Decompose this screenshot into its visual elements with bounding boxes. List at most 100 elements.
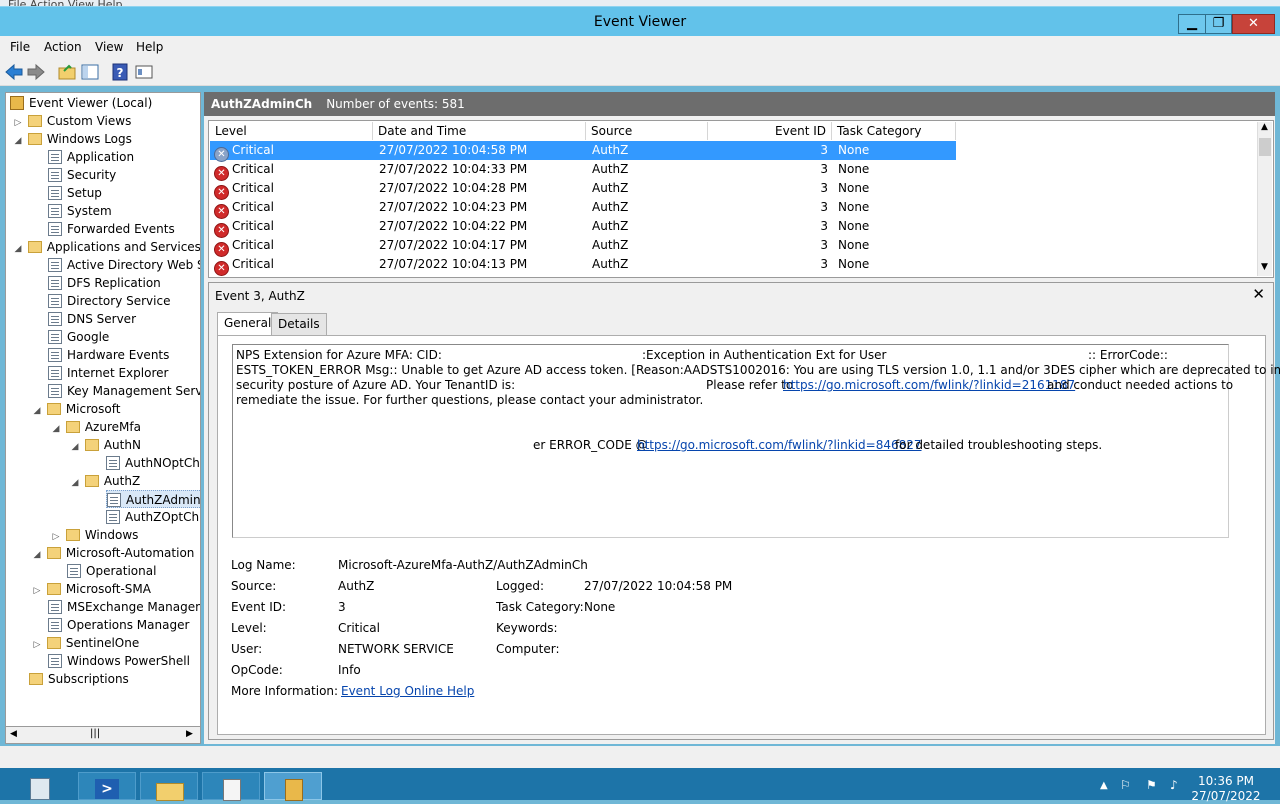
event-row[interactable]: ✕ Critical 27/07/2022 10:04:23 PM AuthZ 3 Non… (210, 198, 956, 219)
collapse-icon[interactable]: ◢ (31, 546, 43, 564)
tree-setup[interactable]: Setup (48, 184, 102, 202)
tree-subscriptions[interactable]: Subscriptions (29, 670, 129, 688)
tree-azuremfa[interactable]: ◢ AzureMfa (50, 418, 141, 436)
server-manager-icon[interactable] (14, 772, 72, 800)
event-level: ✕ Critical (214, 255, 274, 276)
scroll-right-icon[interactable]: ▶ (186, 729, 193, 739)
event-viewer-taskbar-icon[interactable] (264, 772, 322, 801)
tree-apps-services[interactable]: ◢ Applications and Services Lo (12, 238, 200, 258)
event-message[interactable]: NPS Extension for Azure MFA: CID: :Excep… (232, 344, 1280, 538)
tree-horizontal-scrollbar[interactable]: ◀ ||| ▶ (5, 726, 201, 744)
tree-application[interactable]: Application (48, 148, 134, 166)
fwlink-846827[interactable]: https://go.microsoft.com/fwlink/?linkid=… (637, 438, 922, 453)
notepad-icon[interactable] (202, 772, 260, 801)
scroll-up-icon[interactable]: ▲ (1261, 122, 1268, 132)
column-date-time[interactable]: Date and Time (373, 122, 586, 140)
event-log-online-help-link[interactable]: Event Log Online Help (341, 684, 474, 698)
tree-custom-views[interactable]: ▷ Custom Views (12, 112, 132, 130)
log-icon (48, 276, 62, 290)
tree-authz[interactable]: ◢ AuthZ (69, 472, 141, 492)
column-event-id[interactable]: Event ID (708, 122, 832, 140)
scroll-thumb-grip[interactable]: ||| (90, 728, 100, 739)
fwlink-2161187[interactable]: https://go.microsoft.com/fwlink/?linkid=… (783, 378, 1075, 393)
menu-help[interactable]: Help (136, 40, 163, 54)
expand-icon[interactable]: ▷ (31, 582, 43, 600)
event-row[interactable]: ✕ Critical 27/07/2022 10:04:22 PM AuthZ 3 Non… (210, 217, 956, 238)
tree-ms-sma[interactable]: ▷ Microsoft-SMA (31, 580, 151, 598)
powershell-icon[interactable]: > (78, 772, 136, 800)
tree-dfs-replication[interactable]: DFS Replication (48, 274, 161, 292)
menu-action[interactable]: Action (44, 40, 82, 54)
tree-powershell[interactable]: Windows PowerShell (48, 652, 190, 670)
tree-system[interactable]: System (48, 202, 112, 220)
tree-label: Microsoft-Automation (65, 546, 195, 560)
event-level-text: Critical (232, 162, 274, 176)
collapse-icon[interactable]: ◢ (31, 402, 43, 420)
scroll-thumb[interactable] (1259, 138, 1271, 156)
column-task-category[interactable]: Task Category (832, 122, 956, 140)
event-row[interactable]: ✕ Critical 27/07/2022 10:04:13 PM AuthZ 3 Non… (210, 255, 956, 276)
show-hidden-icons[interactable]: ▲ (1100, 780, 1108, 791)
close-button[interactable]: ✕ (1232, 14, 1275, 34)
tree-root[interactable]: Event Viewer (Local) (10, 94, 152, 112)
menu-file[interactable]: File (10, 40, 30, 54)
tree-key-management[interactable]: Key Management Service (48, 382, 200, 400)
open-folder-icon[interactable] (58, 63, 76, 81)
tree-microsoft[interactable]: ◢ Microsoft (31, 400, 121, 420)
action-center-icon[interactable]: ⚑ (1146, 778, 1157, 792)
tree-operational[interactable]: Operational (67, 562, 156, 580)
tree-msexchange[interactable]: MSExchange Manageme (48, 598, 200, 616)
network-icon[interactable]: ⚐ (1120, 778, 1131, 792)
event-task: None (838, 257, 870, 271)
tree-forwarded-events[interactable]: Forwarded Events (48, 220, 175, 238)
tree-hardware-events[interactable]: Hardware Events (48, 346, 169, 364)
help-icon[interactable]: ? (111, 63, 129, 81)
restore-button[interactable]: ❐ (1205, 14, 1232, 34)
volume-icon[interactable]: ♪ (1170, 778, 1178, 792)
event-row[interactable]: ✕ Critical 27/07/2022 10:04:17 PM AuthZ 3 Non… (210, 236, 956, 257)
event-row[interactable]: ✕ Critical 27/07/2022 10:04:33 PM AuthZ 3 Non… (210, 160, 956, 181)
event-row[interactable]: ✕ Critical 27/07/2022 10:04:28 PM AuthZ 3 Non… (210, 179, 956, 200)
tab-general[interactable]: General (217, 312, 279, 335)
tree-authn[interactable]: ◢ AuthN (69, 436, 141, 454)
tree-security[interactable]: Security (48, 166, 116, 184)
event-row[interactable]: ✕ Critical 27/07/2022 10:04:58 PM AuthZ 3 Non… (210, 141, 956, 162)
scroll-left-icon[interactable]: ◀ (10, 729, 17, 739)
event-source: AuthZ (592, 143, 629, 157)
column-source[interactable]: Source (586, 122, 708, 140)
column-level[interactable]: Level (210, 122, 373, 140)
close-icon[interactable]: ✕ (1252, 285, 1265, 303)
scroll-down-icon[interactable]: ▼ (1261, 262, 1268, 272)
tree-active-directory[interactable]: Active Directory Web Ser (48, 256, 200, 274)
tree-directory-service[interactable]: Directory Service (48, 292, 170, 310)
tree-authnoptch[interactable]: AuthNOptCh (106, 454, 200, 472)
collapse-icon[interactable]: ◢ (69, 438, 81, 456)
collapse-icon[interactable]: ◢ (12, 132, 24, 150)
event-list-scrollbar[interactable]: ▲ ▼ (1257, 122, 1272, 276)
svg-text:?: ? (117, 66, 124, 80)
forward-arrow-icon[interactable] (27, 63, 45, 81)
properties-icon[interactable] (135, 63, 153, 81)
tree-windows-logs[interactable]: ◢ Windows Logs (12, 130, 132, 148)
tree-windows[interactable]: ▷ Windows (50, 526, 139, 544)
tab-details[interactable]: Details (271, 313, 327, 335)
tree-sentinelone[interactable]: ▷ SentinelOne (31, 634, 140, 654)
expand-icon[interactable]: ▷ (31, 636, 43, 654)
tree-ms-automation[interactable]: ◢ Microsoft-Automation (31, 544, 195, 564)
show-hide-tree-icon[interactable] (81, 63, 99, 81)
file-explorer-icon[interactable] (140, 772, 198, 801)
tree-dns-server[interactable]: DNS Server (48, 310, 136, 328)
tree-internet-explorer[interactable]: Internet Explorer (48, 364, 168, 382)
menu-view[interactable]: View (95, 40, 123, 54)
minimize-button[interactable]: ▁ (1178, 14, 1206, 34)
back-arrow-icon[interactable] (5, 63, 23, 81)
collapse-icon[interactable]: ◢ (69, 474, 81, 492)
tree-ops-manager[interactable]: Operations Manager (48, 616, 189, 634)
tree-authzadminch[interactable]: AuthZAdminC (106, 490, 200, 508)
tree-label: Operational (86, 564, 157, 578)
collapse-icon[interactable]: ◢ (12, 240, 24, 258)
tree-authzoptch[interactable]: AuthZOptCh (106, 508, 199, 526)
tree-google[interactable]: Google (48, 328, 109, 346)
folder-icon (84, 439, 99, 451)
collapse-icon[interactable]: ◢ (50, 420, 62, 438)
